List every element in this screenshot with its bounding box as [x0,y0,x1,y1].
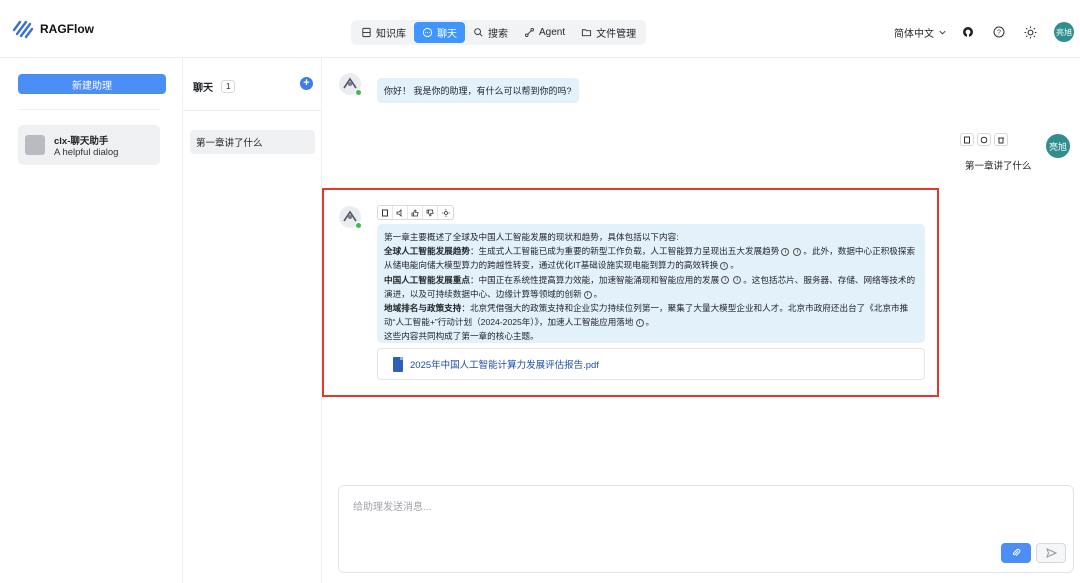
thumbs-down-icon[interactable] [423,206,438,219]
reference-icon[interactable]: i [793,247,802,256]
message-input[interactable]: 给助理发送消息... [353,498,431,513]
folder-icon [582,29,592,37]
greeting-message: 你好！ 我是你的助理，有什么可以帮到你的吗? [377,78,579,103]
reference-icon[interactable]: i [583,290,592,299]
attach-button[interactable] [1001,543,1031,563]
online-status-dot [355,89,362,96]
nav-chat[interactable]: 聊天 [414,22,465,43]
send-icon [1045,548,1057,558]
referenced-file-name[interactable]: 2025年中国人工智能计算力发展评估报告.pdf [410,357,599,371]
bot-avatar [339,73,362,96]
search-icon [474,28,483,37]
reference-icon[interactable]: i [781,247,790,256]
svg-text:?: ? [997,30,1001,37]
header-actions: 简体中文 ? 亮旭 [894,22,1074,42]
reference-icon[interactable]: i [721,276,730,285]
nav-agent[interactable]: Agent [516,22,573,43]
nav-knowledge-base[interactable]: 知识库 [353,22,414,43]
assistant-sidebar: 新建助理 clx-聊天助手 A helpful dialog [0,58,183,583]
assistant-description: A helpful dialog [54,147,119,158]
sparkle-icon[interactable] [438,206,453,219]
message-composer[interactable]: 给助理发送消息... [338,485,1074,573]
ragflow-logo-icon [12,20,34,39]
online-status-dot [355,222,362,229]
answer-point-3: 地域排名与政策支持：北京凭借强大的政策支持和企业实力持续位列第一，聚集了大量大模… [384,303,909,328]
nav-search[interactable]: 搜索 [465,22,516,43]
answer-intro: 第一章主要概述了全球及中国人工智能发展的现状和趋势，具体包括以下内容: [384,232,679,242]
nav-file-management[interactable]: 文件管理 [573,22,644,43]
answer-point-1: 全球人工智能发展趋势：生成式人工智能已成为重要的新型工作负载，人工智能算力呈现出… [384,246,916,271]
answer-tools [377,205,454,220]
conversation-divider [183,110,322,111]
language-select[interactable]: 简体中文 [894,25,947,40]
assistant-card[interactable]: clx-聊天助手 A helpful dialog [18,125,160,165]
copy-icon[interactable] [960,133,974,146]
github-icon[interactable] [961,25,975,39]
reference-icon[interactable]: i [733,276,742,285]
sidebar-divider [18,109,160,110]
answer-outro: 这些内容共同构成了第一章的核心主题。 [384,331,539,342]
database-icon [362,27,371,38]
thumbs-up-icon[interactable] [408,206,423,219]
user-message-avatar: 亮旭 [1046,134,1070,158]
app-name: RAGFlow [40,22,94,36]
conversation-list: 聊天 1 + 第一章讲了什么 [183,58,322,583]
user-message-tools [960,133,1008,146]
pdf-file-icon [393,356,403,372]
copy-icon[interactable] [378,206,393,219]
answer-message: 第一章主要概述了全球及中国人工智能发展的现状和趋势，具体包括以下内容: 全球人工… [377,224,925,343]
referenced-file-card[interactable]: 2025年中国人工智能计算力发展评估报告.pdf [377,348,925,380]
speaker-icon[interactable] [393,206,408,219]
help-icon[interactable]: ? [992,25,1006,39]
user-avatar[interactable]: 亮旭 [1054,22,1074,42]
main-nav: 知识库 聊天 搜索 Agent 文件管理 [351,20,647,45]
add-conversation-icon[interactable]: + [300,77,313,90]
bot-avatar [339,206,362,229]
assistant-name: clx-聊天助手 [54,136,109,147]
regenerate-icon[interactable] [977,133,991,146]
chat-panel: 你好！ 我是你的助理，有什么可以帮到你的吗? 第一章讲了什么 亮旭 第一章主要概… [322,58,1080,583]
conversation-item[interactable]: 第一章讲了什么 [190,130,315,154]
top-header: RAGFlow 知识库 聊天 搜索 Agent 文件管理 简体中文 ? 亮旭 [0,0,1080,58]
new-assistant-button[interactable]: 新建助理 [18,74,166,94]
chevron-down-icon [939,30,946,34]
delete-icon[interactable] [994,133,1008,146]
chat-icon [422,27,433,38]
reference-icon[interactable]: i [720,262,729,271]
assistant-avatar [25,135,45,155]
paperclip-icon [1012,548,1021,557]
app-logo[interactable]: RAGFlow [12,18,94,40]
conversation-count-badge: 1 [221,80,236,93]
send-button[interactable] [1036,543,1066,563]
agent-icon [525,28,534,37]
conversation-header: 聊天 1 [193,79,236,94]
answer-point-2: 中国人工智能发展重点：中国正在系统性提高算力效能，加速智能涌现和智能应用的发展 i… [384,274,916,299]
reference-icon[interactable]: i [635,318,644,327]
user-message: 第一章讲了什么 [965,161,1032,172]
theme-sun-icon[interactable] [1023,25,1037,39]
